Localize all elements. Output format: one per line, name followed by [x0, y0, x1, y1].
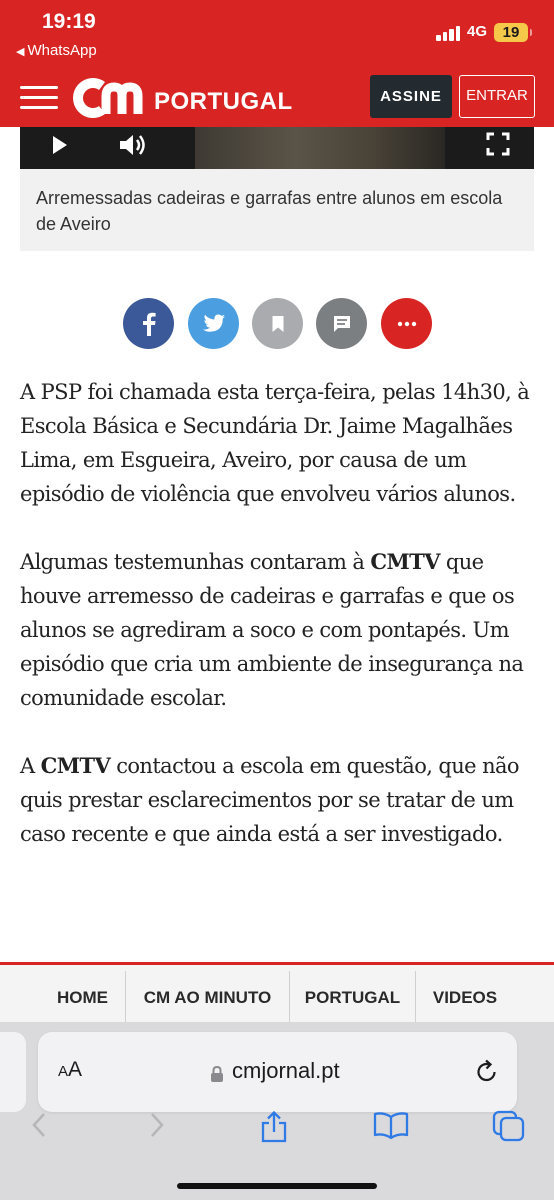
signal-icon	[436, 25, 462, 41]
bookmark-button[interactable]	[252, 298, 303, 349]
nav-item-home[interactable]: HOME	[40, 965, 125, 1024]
twitter-share-button[interactable]	[188, 298, 239, 349]
facebook-share-button[interactable]	[123, 298, 174, 349]
share-icon[interactable]	[259, 1110, 289, 1149]
bottom-section-nav: HOME CM AO MINUTO PORTUGAL VIDEOS	[0, 962, 554, 1024]
reload-icon[interactable]	[475, 1058, 499, 1089]
battery-level: 19	[502, 24, 520, 41]
article-body: A PSP foi chamada esta terça-feira, pela…	[20, 375, 536, 885]
address-bar[interactable]: AA cmjornal.pt	[38, 1032, 517, 1112]
bookmark-icon	[272, 315, 283, 332]
ellipsis-icon	[397, 321, 416, 326]
url-text[interactable]: cmjornal.pt	[232, 1058, 340, 1084]
facebook-icon	[142, 312, 156, 336]
nav-item-videos[interactable]: VIDEOS	[416, 965, 514, 1024]
network-type: 4G	[467, 23, 488, 40]
back-icon[interactable]	[30, 1110, 48, 1145]
status-time: 19:19	[42, 10, 96, 33]
bookmarks-icon[interactable]	[373, 1110, 409, 1145]
comments-button[interactable]	[316, 298, 367, 349]
nav-item-portugal[interactable]: PORTUGAL	[290, 965, 415, 1024]
fullscreen-icon[interactable]	[485, 131, 511, 162]
site-header: 19:19 ◀ WhatsApp 4G 19 PORTUGAL ASSINE EN…	[0, 0, 554, 127]
browser-toolbar: AA cmjornal.pt	[0, 1022, 554, 1200]
forward-icon[interactable]	[148, 1110, 166, 1145]
volume-icon[interactable]	[118, 131, 148, 164]
tabs-icon[interactable]	[492, 1110, 526, 1147]
video-thumbnail	[195, 127, 445, 169]
video-player[interactable]	[20, 127, 534, 169]
nav-item-cm-ao-minuto[interactable]: CM AO MINUTO	[126, 965, 289, 1024]
article-paragraph: A PSP foi chamada esta terça-feira, pela…	[20, 380, 530, 506]
more-options-button[interactable]	[381, 298, 432, 349]
play-icon[interactable]	[50, 133, 70, 162]
section-title[interactable]: PORTUGAL	[154, 88, 293, 116]
cm-logo[interactable]	[72, 78, 146, 118]
login-button[interactable]: ENTRAR	[459, 75, 535, 118]
back-app-label: WhatsApp	[27, 42, 97, 59]
previous-tab-peek[interactable]	[0, 1032, 26, 1112]
back-to-app-link[interactable]: ◀ WhatsApp	[16, 42, 97, 59]
article-paragraph: A CMTV contactou a escola em questão, qu…	[20, 753, 520, 846]
home-indicator[interactable]	[177, 1183, 377, 1189]
comment-icon	[333, 315, 350, 332]
reader-settings-button[interactable]: AA	[58, 1058, 82, 1082]
menu-icon[interactable]	[20, 86, 58, 110]
twitter-icon	[202, 314, 225, 332]
lock-icon	[210, 1065, 224, 1088]
subscribe-button[interactable]: ASSINE	[370, 75, 452, 118]
back-triangle-icon: ◀	[16, 46, 25, 58]
share-bar	[123, 298, 433, 350]
article-paragraph: Algumas testemunhas contaram à CMTV que …	[20, 549, 524, 710]
battery-icon: 19	[494, 23, 532, 42]
video-caption: Arremessadas cadeiras e garrafas entre a…	[20, 169, 534, 251]
